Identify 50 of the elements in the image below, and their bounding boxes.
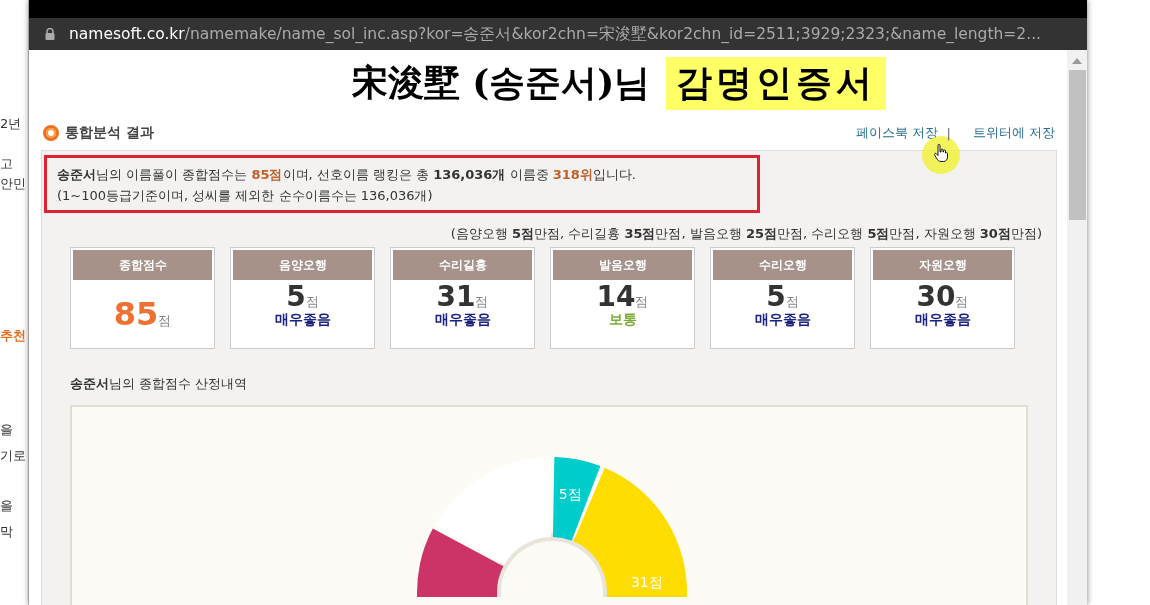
score-card-header: 자원오행 bbox=[873, 250, 1012, 280]
score-grade: 매우좋음 bbox=[274, 312, 331, 327]
bullet-icon bbox=[43, 125, 59, 141]
background-text: 안민 bbox=[0, 176, 27, 192]
score-value: 31 bbox=[436, 282, 476, 312]
hand-cursor-icon bbox=[934, 144, 949, 162]
background-text: 2년 bbox=[0, 116, 23, 132]
score-value: 5 bbox=[286, 282, 306, 312]
score-grade: 보통 bbox=[608, 312, 637, 327]
score-grade: 매우좋음 bbox=[434, 312, 491, 327]
background-text: 막 bbox=[0, 524, 14, 540]
score-card-header: 음양오행 bbox=[233, 250, 372, 280]
lock-icon bbox=[45, 28, 55, 40]
background-text: 추천 bbox=[0, 328, 27, 344]
max-score-note: (음양오행 5점만점, 수리길흉 35점만점, 발음오행 25점만점, 수리오행 5점만점, 자원오행 30점만점) bbox=[449, 225, 1042, 243]
certificate-title: 宋浚墅 (송준서)님 bbox=[351, 59, 651, 105]
score-unit: 점 bbox=[475, 293, 489, 311]
share-link[interactable]: 페이스북 저장 bbox=[856, 124, 939, 142]
score-value: 5 bbox=[766, 282, 786, 312]
score-grade: 매우좋음 bbox=[914, 312, 971, 327]
score-value: 14 bbox=[596, 282, 636, 312]
score-unit: 점 bbox=[635, 294, 649, 311]
scroll-up-icon[interactable] bbox=[1072, 58, 1082, 64]
background-text: 기로 bbox=[0, 448, 27, 464]
score-card-header: 발음오행 bbox=[553, 250, 692, 280]
score-card-header: 수리오행 bbox=[713, 250, 852, 280]
certificate-highlight: 감명인증서 bbox=[666, 56, 887, 110]
breakdown-title: 송준서님의 종합점수 산정내역 bbox=[70, 375, 249, 393]
summary-text: (1~100등급기준이며, 성씨를 제외한 순수이름수는 136,036개) bbox=[57, 187, 434, 205]
score-card-header: 종합점수 bbox=[73, 250, 212, 280]
score-value: 85 bbox=[113, 298, 159, 329]
slice-label: 5점 bbox=[558, 485, 582, 502]
background-text: 고 bbox=[0, 156, 14, 172]
score-unit: 점 bbox=[305, 293, 319, 311]
scroll-thumb[interactable] bbox=[1068, 70, 1086, 220]
background-text: 을 bbox=[0, 422, 14, 438]
share-link[interactable]: 트위터에 저장 bbox=[972, 124, 1055, 142]
score-unit: 점 bbox=[785, 293, 799, 311]
score-grade: 매우좋음 bbox=[754, 312, 811, 327]
score-unit: 점 bbox=[158, 311, 172, 330]
link-separator: | bbox=[946, 125, 951, 141]
score-value: 30 bbox=[916, 282, 956, 312]
scrollbar[interactable] bbox=[1067, 50, 1087, 605]
score-unit: 점 bbox=[955, 293, 969, 311]
slice-label: 31점 bbox=[630, 574, 663, 591]
background-text: 을 bbox=[0, 498, 14, 514]
url-text[interactable]: namesoft.co.kr/namemake/name_sol_inc.asp?kor=송준서&kor2chn=宋浚墅&kor2chn_id=2511;3929;2323;&name_length=2... bbox=[69, 23, 1041, 45]
summary-text: 송준서님의 이름풀이 종합점수는 85점이며, 선호이름 랭킹은 총 136,036개 이름중 318위입니다. bbox=[57, 166, 637, 184]
section-title: 통합분석 결과 bbox=[65, 124, 154, 142]
score-card-header: 수리길흉 bbox=[393, 250, 532, 280]
